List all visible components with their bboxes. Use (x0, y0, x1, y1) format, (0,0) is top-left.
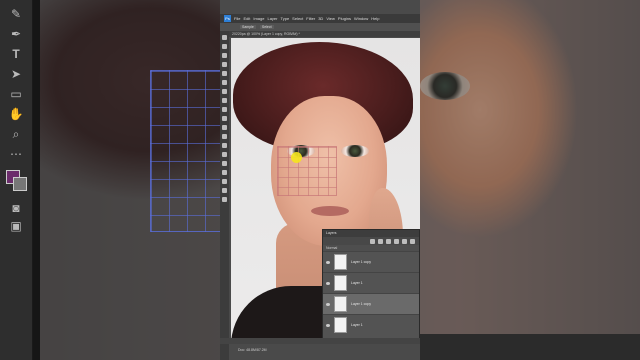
background-dark-strip (420, 334, 640, 360)
eraser-tool-icon[interactable] (222, 116, 227, 121)
zoom-icon[interactable]: ⌕ (8, 126, 24, 142)
menu-window[interactable]: Window (354, 16, 368, 21)
options-bar: Sample Select (220, 23, 420, 31)
gradient-tool-icon[interactable] (222, 125, 227, 130)
layers-panel: Layers Normal Layer 1 copy Layer 1 Layer… (322, 229, 420, 341)
right-dim-overlay (420, 0, 640, 360)
screen-mode-icon[interactable]: ▣ (8, 218, 24, 234)
more-icon[interactable]: ⋯ (8, 146, 24, 162)
mask-icon[interactable] (386, 238, 391, 244)
background-color-swatch[interactable] (13, 177, 27, 191)
layers-panel-icons (323, 237, 419, 245)
visibility-eye-icon[interactable] (326, 281, 330, 285)
layer-name: Layer 1 copy (351, 302, 372, 306)
stamp-tool-icon[interactable] (222, 98, 227, 103)
layer-row-selected[interactable]: Layer 1 copy (323, 293, 419, 314)
layer-thumbnail (334, 254, 347, 270)
layer-name: Layer 1 (351, 281, 363, 285)
hand-tool-icon[interactable] (222, 188, 227, 193)
menu-bar: Ps File Edit Image Layer Type Select Fil… (220, 14, 420, 23)
brush-icon[interactable]: ✎ (8, 6, 24, 22)
background-mesh-grid (150, 70, 222, 232)
brush-tool-icon[interactable] (222, 89, 227, 94)
menu-plugins[interactable]: Plugins (338, 16, 351, 21)
layer-thumbnail (334, 296, 347, 312)
fx-icon[interactable] (378, 238, 383, 244)
quick-mask-icon[interactable]: ◙ (8, 200, 24, 216)
layer-row[interactable]: Layer 1 copy (323, 251, 419, 272)
new-layer-icon[interactable] (402, 238, 407, 244)
menu-filter[interactable]: Filter (306, 16, 315, 21)
document-tab[interactable]: 20220pa @ 100% (Layer 1 copy, RGB/8#) * (229, 31, 420, 37)
pen-icon[interactable]: ✒ (8, 26, 24, 42)
status-bar: Doc: 48.8M/87.2M (220, 338, 420, 352)
layer-thumbnail (334, 275, 347, 291)
tools-panel (220, 31, 229, 360)
layer-row[interactable]: Layer 1 (323, 272, 419, 293)
brush-cursor-icon (291, 152, 302, 163)
menu-3d[interactable]: 3D (318, 16, 323, 21)
doc-size-status: Doc: 48.8M/87.2M (238, 348, 267, 352)
type-tool-icon[interactable] (222, 161, 227, 166)
history-brush-icon[interactable] (222, 107, 227, 112)
adjustment-icon[interactable] (394, 238, 399, 244)
dodge-tool-icon[interactable] (222, 143, 227, 148)
sample-option[interactable]: Sample (240, 25, 256, 29)
zoomed-toolbar: ✎ ✒ T ➤ ▭ ✋ ⌕ ⋯ ◙ ▣ (0, 0, 33, 360)
menu-image[interactable]: Image (253, 16, 264, 21)
menu-edit[interactable]: Edit (243, 16, 250, 21)
pen-tool-icon[interactable] (222, 152, 227, 157)
hand-icon[interactable]: ✋ (8, 106, 24, 122)
layer-name: Layer 1 copy (351, 260, 372, 264)
path-tool-icon[interactable] (222, 170, 227, 175)
layers-panel-title[interactable]: Layers (323, 230, 419, 237)
type-icon[interactable]: T (8, 46, 24, 62)
path-select-icon[interactable]: ➤ (8, 66, 24, 82)
menu-select[interactable]: Select (292, 16, 303, 21)
lasso-tool-icon[interactable] (222, 53, 227, 58)
document-tab-title: 20220pa @ 100% (Layer 1 copy, RGB/8#) * (232, 32, 300, 36)
zoom-tool-icon[interactable] (222, 197, 227, 202)
portrait-right-eye (341, 145, 369, 157)
liquify-mesh-grid[interactable] (277, 146, 337, 196)
visibility-eye-icon[interactable] (326, 323, 330, 327)
ps-logo: Ps (224, 15, 231, 22)
menu-layer[interactable]: Layer (267, 16, 277, 21)
lock-icon[interactable] (370, 238, 375, 244)
layer-thumbnail (334, 317, 347, 333)
crop-tool-icon[interactable] (222, 62, 227, 67)
select-option[interactable]: Select (259, 25, 274, 29)
menu-help[interactable]: Help (371, 16, 379, 21)
portrait-lips (311, 206, 349, 216)
move-tool-icon[interactable] (222, 35, 227, 40)
shape-tool-icon[interactable] (222, 179, 227, 184)
menu-type[interactable]: Type (281, 16, 290, 21)
visibility-eye-icon[interactable] (326, 260, 330, 264)
healing-tool-icon[interactable] (222, 80, 227, 85)
eyedropper-tool-icon[interactable] (222, 71, 227, 76)
marquee-tool-icon[interactable] (222, 44, 227, 49)
trash-icon[interactable] (410, 238, 415, 244)
menu-view[interactable]: View (326, 16, 335, 21)
layer-name: Layer 1 (351, 323, 363, 327)
layer-row[interactable]: Layer 1 (323, 314, 419, 335)
photoshop-window: Ps File Edit Image Layer Type Select Fil… (220, 0, 420, 360)
rectangle-icon[interactable]: ▭ (8, 86, 24, 102)
menu-file[interactable]: File (234, 16, 240, 21)
visibility-eye-icon[interactable] (326, 302, 330, 306)
blur-tool-icon[interactable] (222, 134, 227, 139)
